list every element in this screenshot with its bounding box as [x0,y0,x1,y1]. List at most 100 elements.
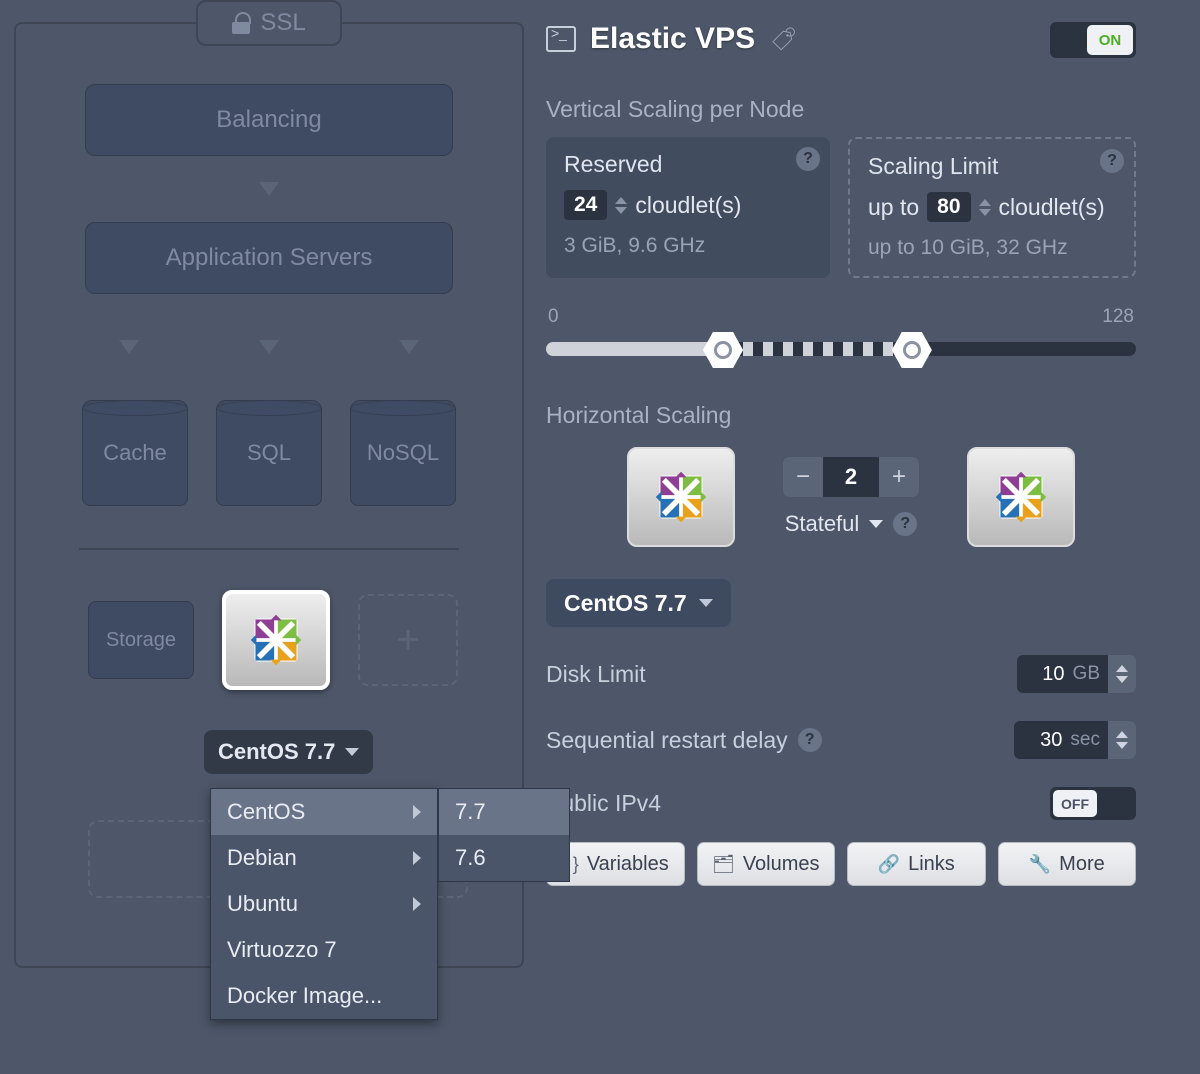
stepper-arrows[interactable] [1108,721,1136,759]
menu-item-centos[interactable]: CentOS [211,789,437,835]
balancing-label: Balancing [216,106,321,134]
wrench-icon: 🔧 [1029,854,1051,875]
arrow-down-icon [119,340,139,354]
hs-middle: − + Stateful ? [783,457,919,537]
hs-node-1[interactable] [627,447,735,547]
os-select-chip[interactable]: CentOS 7.7 [546,579,731,627]
menu-item-virtuozzo[interactable]: Virtuozzo 7 [211,927,437,973]
slider-rail-dashed [723,342,912,356]
caret-down-icon [699,599,713,607]
vertical-scaling-row: ? Reserved 24 cloudlet(s) 3 GiB, 9.6 GHz… [546,137,1136,278]
disk-limit-label: Disk Limit [546,661,646,688]
arrow-row [59,314,479,380]
stepper-icon[interactable] [615,197,627,214]
help-icon[interactable]: ? [893,512,917,536]
ipv4-row: Public IPv4 OFF [546,787,1136,820]
scaling-limit-card: ? Scaling Limit up to 80 cloudlet(s) up … [848,137,1136,278]
chevron-right-icon [413,897,421,911]
add-node-tile[interactable]: + [358,594,458,686]
horizontal-scaling-row: − + Stateful ? [586,447,1116,547]
disk-limit-stepper[interactable]: 10 GB [1017,655,1136,693]
toggle-knob-off: OFF [1053,790,1097,817]
cloudlet-slider[interactable]: 0 128 [546,306,1136,366]
menu-item-label: Virtuozzo 7 [227,937,337,963]
links-label: Links [908,853,955,876]
storage-label: Storage [106,629,176,652]
limit-prefix: up to [868,194,919,221]
folder-icon: 🗂 [712,854,735,875]
help-icon[interactable]: ? [796,147,820,171]
centos-icon [248,612,304,668]
terminal-icon [546,26,576,52]
os-submenu: 7.7 7.6 [438,788,570,882]
increment-button[interactable]: + [879,457,919,497]
more-button[interactable]: 🔧More [998,842,1137,886]
disk-limit-row: Disk Limit 10 GB [546,655,1136,693]
enable-toggle[interactable]: ON [1050,22,1136,58]
os-version-label: CentOS 7.7 [218,739,335,765]
node-count-input[interactable] [823,457,879,497]
reserved-card: ? Reserved 24 cloudlet(s) 3 GiB, 9.6 GHz [546,137,830,278]
menu-item-debian[interactable]: Debian [211,835,437,881]
horizontal-scaling-title: Horizontal Scaling [546,402,1136,429]
balancing-block[interactable]: Balancing [85,84,453,156]
help-icon[interactable]: ? [798,728,822,752]
submenu-item-76[interactable]: 7.6 [439,835,569,881]
app-servers-label: Application Servers [166,244,373,272]
ipv4-toggle[interactable]: OFF [1050,787,1136,820]
plus-icon: + [396,618,419,663]
limit-value[interactable]: 80 [927,192,970,222]
disk-limit-unit: GB [1069,663,1108,685]
caret-down-icon [345,748,359,756]
hs-node-2[interactable] [967,447,1075,547]
links-button[interactable]: 🔗Links [847,842,986,886]
help-icon[interactable]: ? [1100,149,1124,173]
tag-icon[interactable]: 🏷 [770,25,796,53]
storage-row: Storage + [88,590,522,690]
nosql-label: NoSQL [367,440,439,466]
slider-handle-reserved[interactable] [703,330,743,370]
slider-handle-limit[interactable] [892,330,932,370]
os-menu: CentOS Debian Ubuntu Virtuozzo 7 Docker … [210,788,438,1020]
menu-item-docker[interactable]: Docker Image... [211,973,437,1019]
db-row: Cache SQL NoSQL [16,400,522,506]
node-count-stepper: − + [783,457,919,497]
menu-item-label: Ubuntu [227,891,298,917]
cache-label: Cache [103,440,167,466]
restart-delay-stepper[interactable]: 30 sec [1014,721,1136,759]
ssl-chip[interactable]: SSL [196,0,342,46]
ipv4-state: OFF [1061,796,1089,812]
os-version-chip[interactable]: CentOS 7.7 [204,730,373,774]
stepper-arrows[interactable] [1108,655,1136,693]
volumes-button[interactable]: 🗂Volumes [697,842,836,886]
reserved-unit: cloudlet(s) [635,192,741,219]
decrement-button[interactable]: − [783,457,823,497]
slider-rail-fill [546,342,723,356]
tool-buttons-row: { }Variables 🗂Volumes 🔗Links 🔧More [546,842,1136,886]
submenu-item-77[interactable]: 7.7 [439,789,569,835]
cache-tile[interactable]: Cache [82,400,188,506]
ssl-label: SSL [260,9,305,37]
vps-tile-selected[interactable] [222,590,330,690]
reserved-value-row: 24 cloudlet(s) [564,190,812,220]
slider-max: 128 [1102,306,1134,328]
menu-item-label: Debian [227,845,297,871]
variables-label: Variables [587,853,669,876]
storage-tile[interactable]: Storage [88,601,194,679]
lock-open-icon [232,12,250,34]
centos-icon [653,469,709,525]
nosql-tile[interactable]: NoSQL [350,400,456,506]
reserved-value[interactable]: 24 [564,190,607,220]
chevron-right-icon [413,805,421,819]
os-chip-label: CentOS 7.7 [564,590,687,617]
reserved-spec: 3 GiB, 9.6 GHz [564,234,812,258]
menu-item-ubuntu[interactable]: Ubuntu [211,881,437,927]
stepper-icon[interactable] [979,199,991,216]
app-servers-block[interactable]: Application Servers [85,222,453,294]
sql-tile[interactable]: SQL [216,400,322,506]
config-header: Elastic VPS 🏷 [546,22,1136,56]
toggle-on-label: ON [1099,32,1122,49]
arrow-down-icon [259,340,279,354]
limit-value-row: up to 80 cloudlet(s) [868,192,1116,222]
stateful-select[interactable]: Stateful ? [785,511,918,537]
